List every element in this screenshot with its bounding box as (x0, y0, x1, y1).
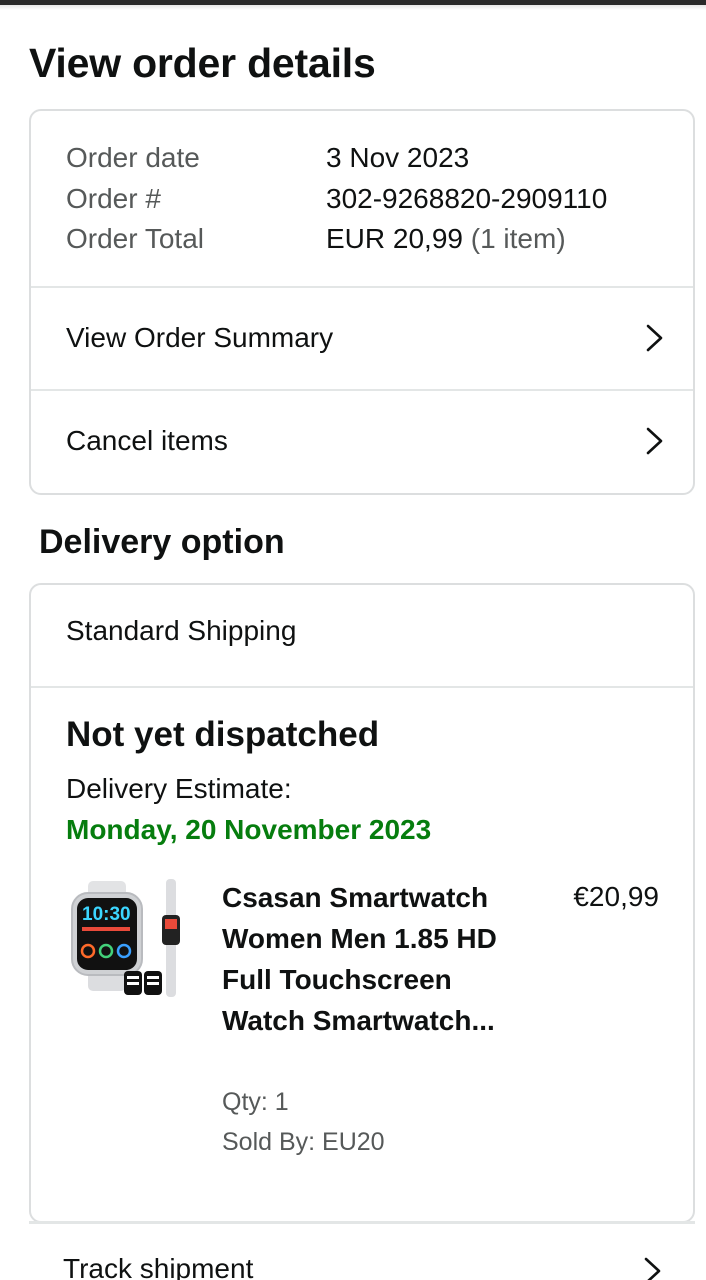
order-total-label: Order Total (66, 223, 204, 254)
divider (31, 686, 693, 688)
order-total-items: (1 item) (470, 223, 566, 254)
chevron-right-icon (644, 1257, 661, 1280)
chevron-right-icon (646, 324, 663, 352)
cancel-items-link[interactable]: Cancel items (31, 391, 693, 491)
cancel-items-label: Cancel items (66, 425, 228, 456)
order-number-label: Order # (66, 182, 161, 214)
track-shipment-link[interactable]: Track shipment (0, 1224, 706, 1280)
order-number-value: 302-9268820-2909110 (326, 182, 608, 214)
order-info-card: Order date 3 Nov 2023 Order # 302-926882… (29, 109, 695, 495)
delivery-estimate-date: Monday, 20 November 2023 (66, 814, 432, 845)
order-date-label: Order date (66, 142, 200, 173)
track-shipment-label: Track shipment (63, 1253, 254, 1280)
watch-time-text: 10:30 (82, 904, 131, 925)
shipping-method: Standard Shipping (66, 615, 297, 646)
shipment-status: Not yet dispatched (66, 715, 380, 754)
chevron-right-icon (646, 427, 663, 455)
product-seller: Sold By: EU20 (222, 1128, 385, 1156)
page-title: View order details (29, 40, 376, 86)
product-quantity: Qty: 1 (222, 1088, 289, 1116)
order-total-amount: EUR 20,99 (326, 223, 463, 254)
delivery-card: Standard Shipping Not yet dispatched Del… (29, 583, 695, 1223)
product-price: €20,99 (573, 881, 659, 912)
delivery-estimate-label: Delivery Estimate: (66, 773, 292, 804)
order-total-value: EUR 20,99 (1 item) (326, 219, 566, 259)
product-title[interactable]: Csasan Smartwatch Women Men 1.85 HD Full… (222, 877, 522, 1041)
smartwatch-product-image[interactable]: 10:30 (66, 875, 191, 1000)
header-shadow (0, 5, 706, 10)
order-date-value: 3 Nov 2023 (326, 142, 470, 173)
delivery-option-heading: Delivery option (39, 523, 285, 561)
view-order-summary-link[interactable]: View Order Summary (31, 288, 693, 388)
view-order-summary-label: View Order Summary (66, 322, 334, 353)
